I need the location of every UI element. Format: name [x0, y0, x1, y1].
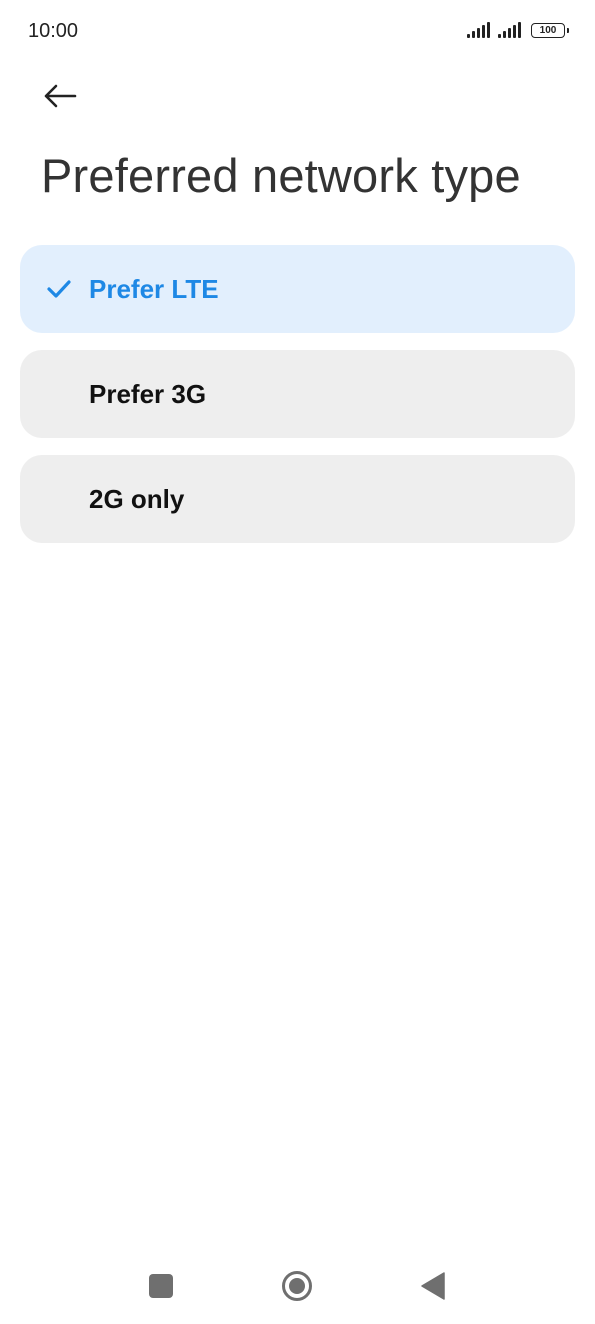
battery-icon: 100 — [531, 23, 569, 38]
page-title: Preferred network type — [41, 149, 521, 202]
option-label: 2G only — [89, 484, 185, 514]
back-button[interactable] — [36, 74, 84, 118]
navigation-bar — [0, 1250, 595, 1324]
network-type-options: Prefer LTE Prefer 3G 2G only — [20, 245, 575, 560]
option-prefer-lte[interactable]: Prefer LTE — [20, 245, 575, 333]
back-triangle-icon[interactable] — [421, 1272, 445, 1300]
option-prefer-3g[interactable]: Prefer 3G — [20, 350, 575, 438]
status-icons: 100 — [467, 22, 569, 38]
signal-icon — [467, 22, 490, 38]
status-bar: 10:00 100 — [0, 0, 595, 64]
home-circle-icon[interactable] — [281, 1270, 313, 1302]
signal-icon-2 — [498, 22, 521, 38]
status-time: 10:00 — [28, 20, 79, 42]
option-label: Prefer LTE — [89, 274, 219, 304]
option-2g-only[interactable]: 2G only — [20, 455, 575, 543]
battery-level: 100 — [539, 25, 557, 36]
arrow-left-icon — [44, 84, 77, 108]
option-label: Prefer 3G — [89, 379, 207, 409]
recents-square-icon[interactable] — [149, 1274, 173, 1298]
check-icon — [47, 280, 71, 298]
